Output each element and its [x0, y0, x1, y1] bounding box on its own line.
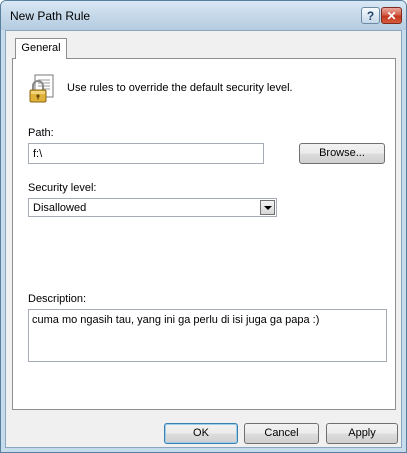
description-label: Description:	[28, 293, 87, 305]
intro-text: Use rules to override the default securi…	[67, 82, 293, 94]
description-field[interactable]: cuma mo ngasih tau, yang ini ga perlu di…	[28, 309, 387, 362]
general-tab-panel: Use rules to override the default securi…	[12, 58, 396, 410]
security-level-value: Disallowed	[33, 202, 87, 214]
dialog-body: General Use rules to override the defaul…	[5, 30, 402, 448]
padlock-document-icon	[29, 74, 54, 103]
title-bar[interactable]: New Path Rule ? ✕	[1, 1, 406, 30]
browse-button[interactable]: Browse...	[299, 143, 385, 164]
close-button[interactable]: ✕	[381, 7, 402, 24]
security-level-label: Security level:	[28, 182, 97, 194]
security-level-select[interactable]: Disallowed	[28, 198, 277, 217]
path-input[interactable]	[28, 143, 264, 164]
path-label: Path:	[28, 127, 54, 139]
apply-button[interactable]: Apply	[326, 423, 398, 444]
cancel-button[interactable]: Cancel	[244, 423, 319, 444]
chevron-down-icon[interactable]	[260, 200, 275, 215]
dialog-window: New Path Rule ? ✕ General Use rules to o…	[0, 0, 407, 453]
ok-button[interactable]: OK	[164, 423, 238, 444]
tab-general[interactable]: General	[15, 38, 67, 59]
help-button[interactable]: ?	[361, 7, 380, 24]
window-title: New Path Rule	[10, 9, 91, 23]
